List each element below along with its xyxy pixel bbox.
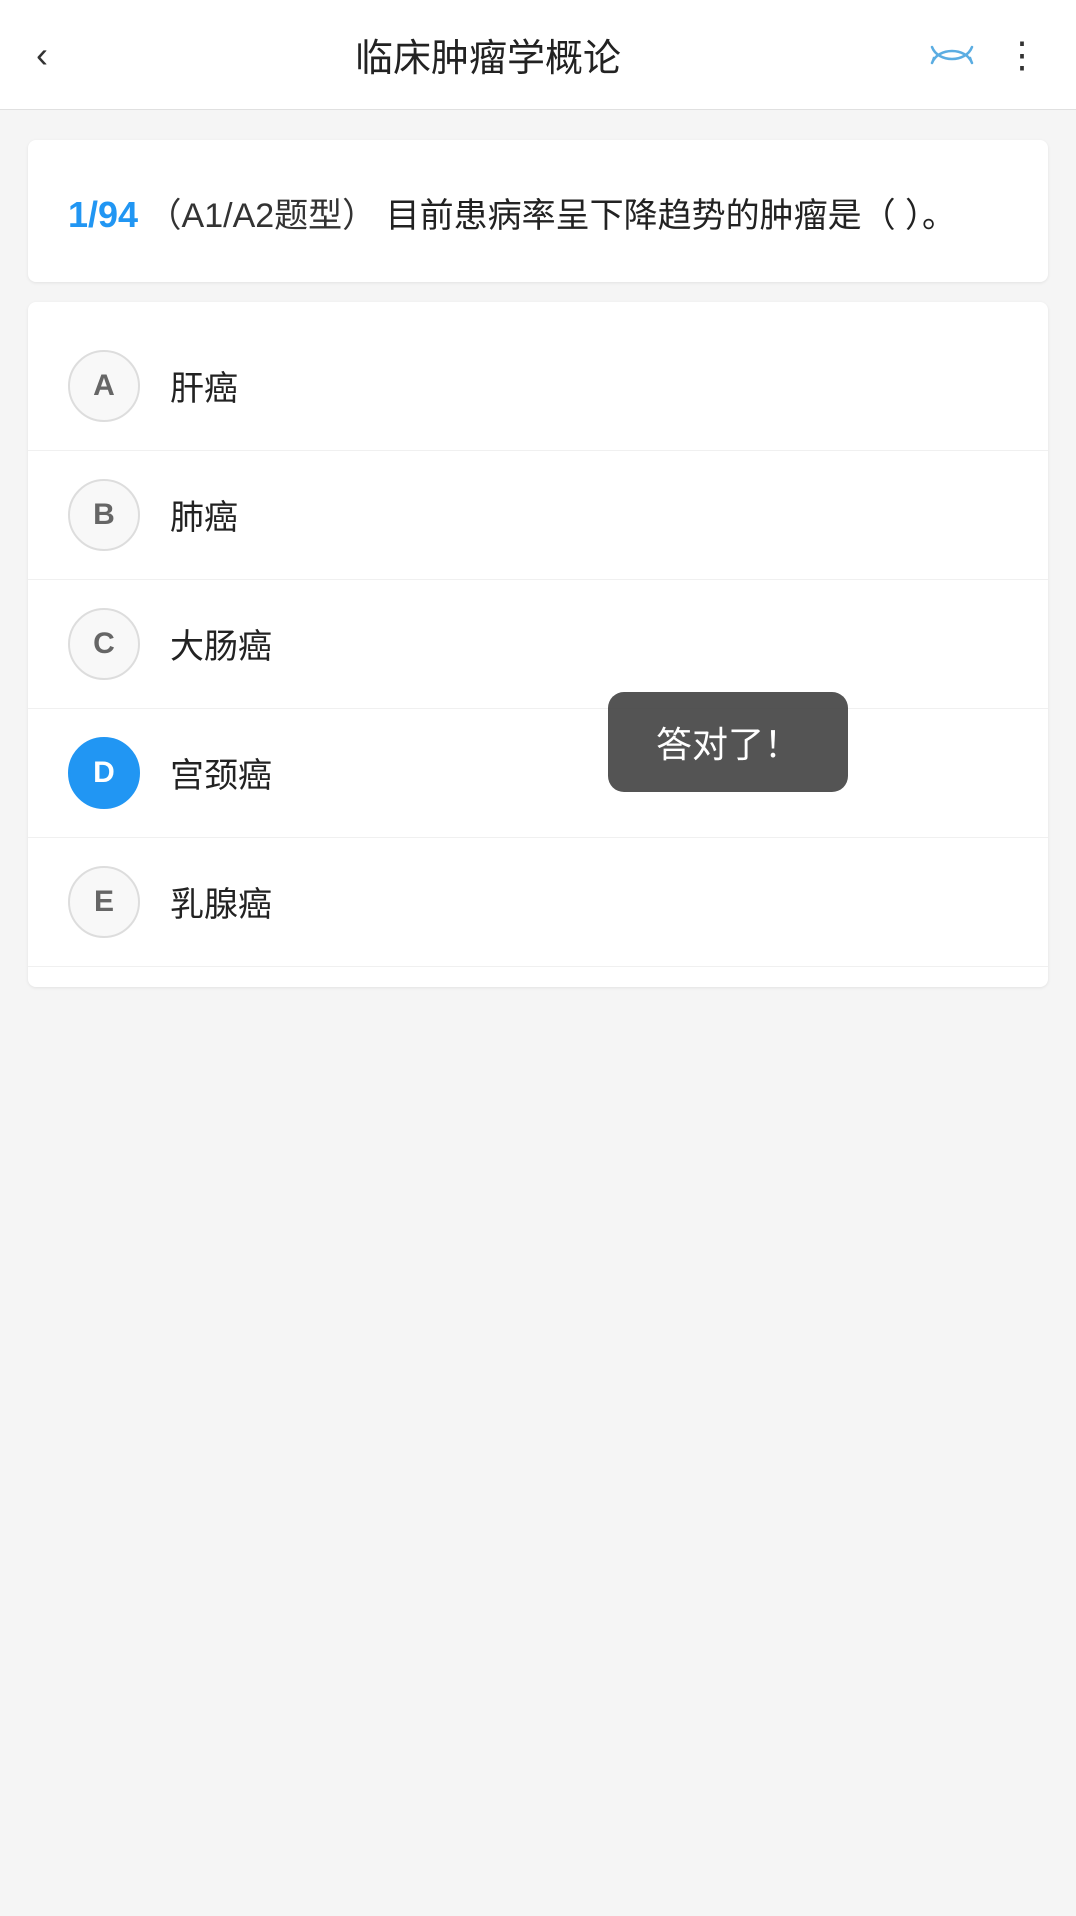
page-title: 临床肿瘤学概论 <box>48 27 928 82</box>
back-button[interactable]: ‹ <box>36 34 48 76</box>
header-left: ‹ <box>36 34 48 76</box>
question-text: 1/94 （A1/A2题型） 目前患病率呈下降趋势的肿瘤是（ ）。 <box>68 184 1008 246</box>
option-d-label: 宫颈癌 <box>170 748 272 797</box>
question-number: 1/94 <box>68 194 138 235</box>
header-right: ⋮ <box>928 37 1040 73</box>
option-a-label: 肝癌 <box>170 361 238 410</box>
question-body: 目前患病率呈下降趋势的肿瘤是（ ）。 <box>386 197 956 235</box>
option-e-label: 乳腺癌 <box>170 877 272 926</box>
options-card: A 肝癌 B 肺癌 C 大肠癌 D 宫颈癌 E 乳腺癌 答对了！ <box>28 302 1048 987</box>
eye-icon[interactable] <box>928 43 976 67</box>
header: ‹ 临床肿瘤学概论 ⋮ <box>0 0 1076 110</box>
option-e-circle: E <box>68 866 140 938</box>
question-card: 1/94 （A1/A2题型） 目前患病率呈下降趋势的肿瘤是（ ）。 <box>28 140 1048 282</box>
question-type: （A1/A2题型） <box>148 197 377 235</box>
more-options-button[interactable]: ⋮ <box>1004 37 1040 73</box>
option-e[interactable]: E 乳腺癌 <box>28 838 1048 967</box>
option-d-circle: D <box>68 737 140 809</box>
option-b-label: 肺癌 <box>170 490 238 539</box>
option-b[interactable]: B 肺癌 <box>28 451 1048 580</box>
option-c[interactable]: C 大肠癌 <box>28 580 1048 709</box>
content-area: 1/94 （A1/A2题型） 目前患病率呈下降趋势的肿瘤是（ ）。 A 肝癌 B… <box>0 110 1076 1017</box>
option-d[interactable]: D 宫颈癌 <box>28 709 1048 838</box>
option-a[interactable]: A 肝癌 <box>28 322 1048 451</box>
option-b-circle: B <box>68 479 140 551</box>
toast-message: 答对了！ <box>608 692 848 792</box>
option-c-circle: C <box>68 608 140 680</box>
option-c-label: 大肠癌 <box>170 619 272 668</box>
option-a-circle: A <box>68 350 140 422</box>
